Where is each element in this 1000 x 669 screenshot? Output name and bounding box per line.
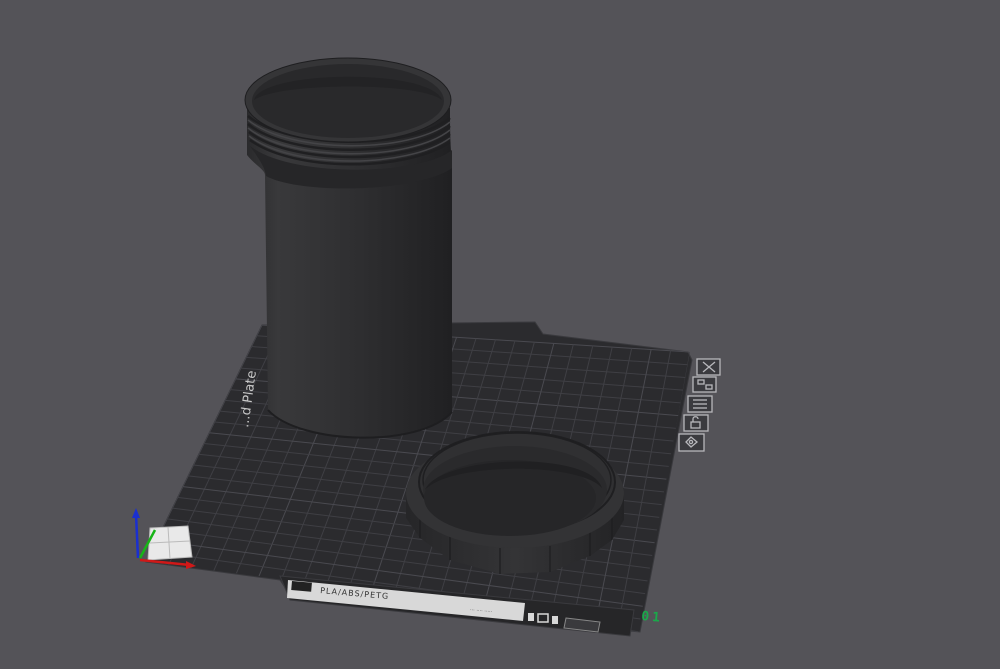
delete-plate-button[interactable] bbox=[696, 358, 721, 376]
scene-canvas[interactable]: PLA/ABS/PETG ... .... ..... ...d Plate 0… bbox=[0, 0, 1000, 669]
auto-orient-button[interactable] bbox=[678, 433, 705, 452]
z-axis-arrow-icon bbox=[132, 508, 140, 518]
lock-plate-button[interactable] bbox=[683, 414, 709, 432]
bed-logo-icon bbox=[291, 581, 312, 592]
plate-number: 01 bbox=[641, 609, 664, 626]
jar-opening bbox=[252, 64, 444, 138]
jar-body[interactable] bbox=[244, 57, 453, 439]
3d-viewport[interactable]: PLA/ABS/PETG ... .... ..... ...d Plate 0… bbox=[0, 0, 1000, 669]
arrange-plate-button[interactable] bbox=[692, 376, 717, 393]
plate-settings-button[interactable] bbox=[687, 395, 713, 413]
z-axis bbox=[134, 513, 140, 559]
